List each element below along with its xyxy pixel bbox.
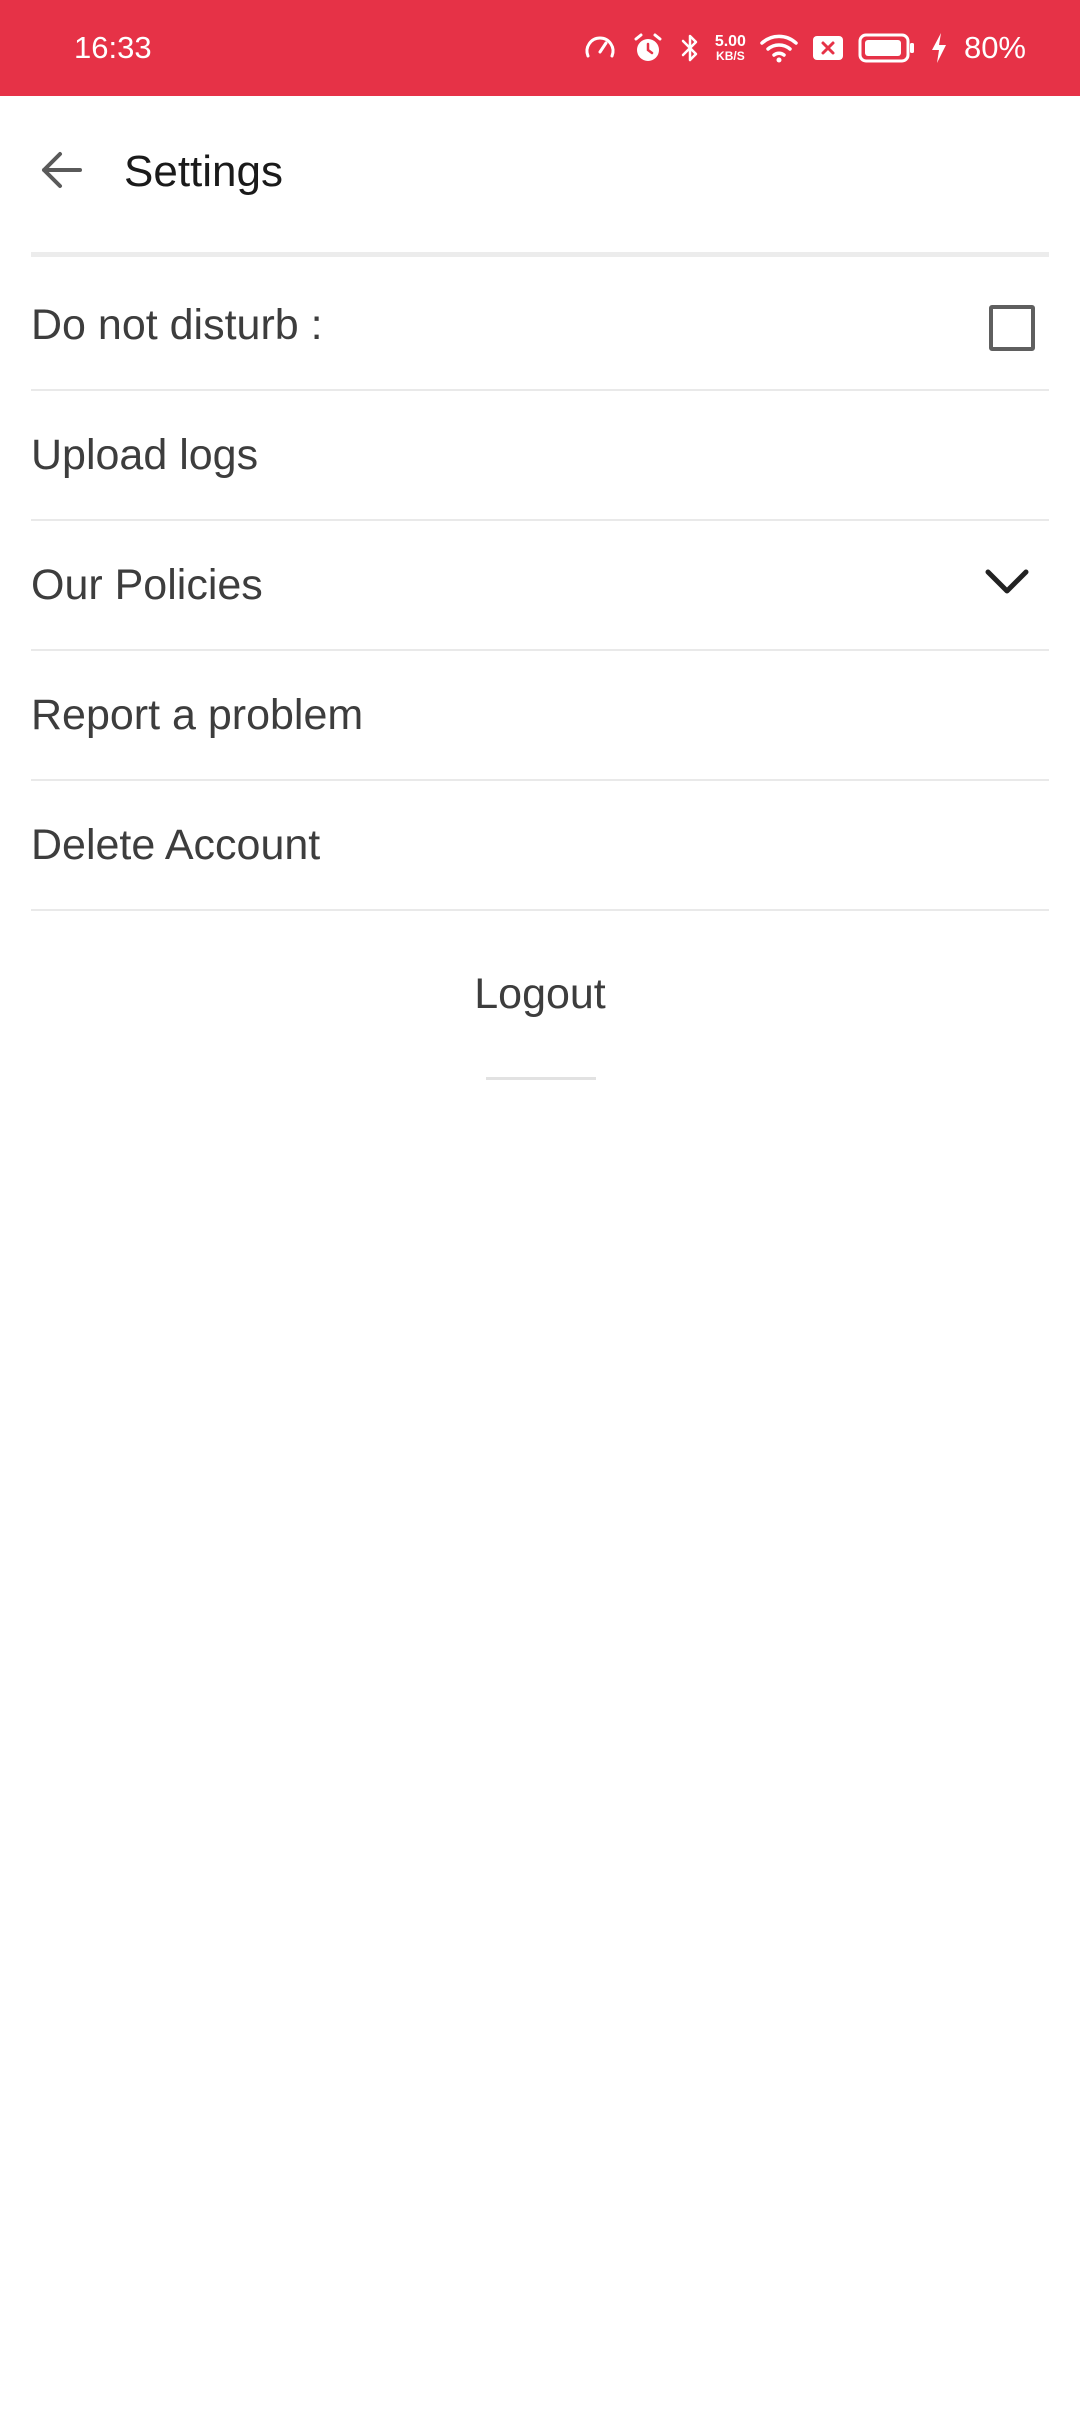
status-time: 16:33 [74,30,152,65]
notification-blocked-icon [812,34,844,62]
menu-item-label: Delete Account [31,820,321,869]
menu-item-label: Upload logs [31,430,259,479]
net-speed: 5.00 KB/S [714,33,746,63]
menu-item-our-policies[interactable]: Our Policies [31,521,1049,651]
charging-icon [930,32,948,64]
logout-underline [486,1077,596,1080]
menu-item-do-not-disturb[interactable]: Do not disturb : [31,261,1049,391]
speedometer-icon [583,31,617,65]
status-bar: 16:33 5.00 KB/S 80% [0,0,1080,96]
back-button[interactable] [30,140,94,204]
net-speed-value: 5.00 [714,33,746,50]
arrow-left-icon [38,146,86,199]
menu-item-upload-logs[interactable]: Upload logs [31,391,1049,521]
menu-item-report-a-problem[interactable]: Report a problem [31,651,1049,781]
do-not-disturb-checkbox[interactable] [989,305,1035,351]
page-title: Settings [124,147,283,196]
logout-button[interactable]: Logout [0,970,1080,1019]
menu-item-label: Do not disturb : [31,300,323,349]
settings-menu: Do not disturb : Upload logs Our Policie… [31,261,1049,911]
bluetooth-icon [679,31,701,65]
alarm-icon [631,31,665,65]
menu-item-delete-account[interactable]: Delete Account [31,781,1049,911]
chevron-down-icon[interactable] [985,567,1029,602]
status-icons: 5.00 KB/S 80% [583,0,1026,96]
battery-icon [858,33,916,63]
menu-item-label: Report a problem [31,690,364,739]
menu-item-label: Our Policies [31,560,263,609]
battery-percent: 80% [963,30,1026,65]
header-divider [31,252,1049,257]
net-speed-unit: KB/S [716,49,745,63]
wifi-icon [760,32,798,64]
app-bar: Settings [0,96,1080,257]
